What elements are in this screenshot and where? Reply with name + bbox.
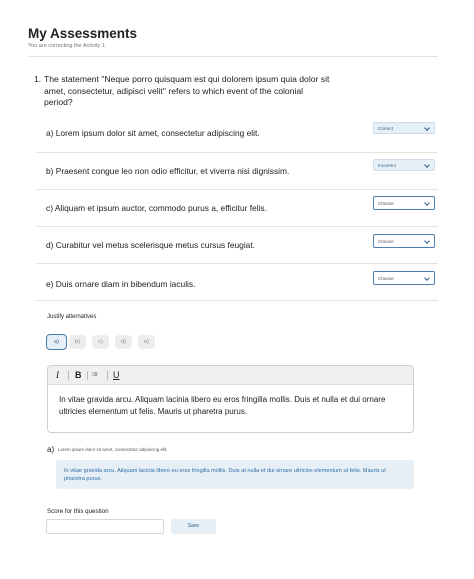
underline-icon[interactable]: U <box>113 370 120 380</box>
page-title: My Assessments <box>28 26 138 41</box>
response-alternative-label: Lorem ipsum dolor sit amet, consectetur … <box>58 447 168 452</box>
select-value: Correct <box>378 125 394 131</box>
answer-row-b: b) Praesent congue leo non odio efficitu… <box>36 152 438 190</box>
tab-alternative-c[interactable]: c) <box>92 335 109 349</box>
tab-alternative-a[interactable]: a) <box>46 334 67 350</box>
question: 1. The statement "Neque porro quisquam e… <box>34 74 334 109</box>
answer-text: d) Curabitur vel metus scelerisque metus… <box>46 240 255 250</box>
editor-text[interactable]: In vitae gravida arcu. Aliquam lacinia l… <box>59 394 399 417</box>
tab-alternative-e[interactable]: e) <box>138 335 155 349</box>
bold-icon[interactable]: B <box>75 370 82 380</box>
answer-text: a) Lorem ipsum dolor sit amet, consectet… <box>46 128 260 138</box>
chevron-down-icon <box>424 200 430 206</box>
answer-status-select[interactable]: Choose <box>373 196 435 210</box>
editor-toolbar: I B ⁝≡ U <box>48 366 413 385</box>
answer-row-e: e) Duis ornare diam in bibendum iaculis.… <box>36 263 438 301</box>
question-text: The statement "Neque porro quisquam est … <box>44 74 330 107</box>
answer-row-c: c) Aliquam et ipsum auctor, commodo puru… <box>36 189 438 227</box>
select-value: Choose <box>378 238 394 244</box>
response-letter: a) <box>47 445 55 454</box>
chevron-down-icon <box>424 275 430 281</box>
justification-editor[interactable]: I B ⁝≡ U In vitae gravida arcu. Aliquam … <box>47 365 414 433</box>
header-divider <box>28 56 438 57</box>
select-value: Choose <box>378 275 394 281</box>
score-input[interactable] <box>46 519 164 534</box>
answer-row-a: a) Lorem ipsum dolor sit amet, consectet… <box>36 115 438 153</box>
score-label: Score for this question <box>47 508 109 515</box>
answer-text: e) Duis ornare diam in bibendum iaculis. <box>46 279 196 289</box>
page-subtitle: You are correcting the Activity 1. <box>28 43 107 49</box>
toolbar-separator <box>68 371 69 380</box>
toolbar-separator <box>107 371 108 380</box>
answer-status-select[interactable]: Choose <box>373 271 435 285</box>
chevron-down-icon <box>424 162 430 168</box>
italic-icon[interactable]: I <box>56 370 59 380</box>
select-value: Choose <box>378 200 394 206</box>
tab-alternative-d[interactable]: d) <box>115 335 132 349</box>
response-justification: In vitae gravida arcu. Aliquam lacinia l… <box>56 460 414 489</box>
toolbar-separator <box>87 371 88 380</box>
answer-text: c) Aliquam et ipsum auctor, commodo puru… <box>46 203 267 213</box>
question-number: 1. <box>34 74 42 84</box>
select-value: Incorrect <box>378 162 396 168</box>
chevron-down-icon <box>424 125 430 131</box>
answer-status-select[interactable]: Incorrect <box>373 159 435 171</box>
save-button[interactable]: Save <box>171 519 216 534</box>
answer-status-select[interactable]: Correct <box>373 122 435 134</box>
justify-label: Justify alternatives <box>47 314 97 320</box>
list-icon[interactable]: ⁝≡ <box>92 371 97 378</box>
chevron-down-icon <box>424 238 430 244</box>
tab-alternative-b[interactable]: b) <box>69 335 86 349</box>
answer-status-select[interactable]: Choose <box>373 234 435 248</box>
response-text: In vitae gravida arcu. Aliquam lacinia l… <box>64 468 386 482</box>
answer-text: b) Praesent congue leo non odio efficitu… <box>46 166 290 176</box>
answer-row-d: d) Curabitur vel metus scelerisque metus… <box>36 226 438 264</box>
